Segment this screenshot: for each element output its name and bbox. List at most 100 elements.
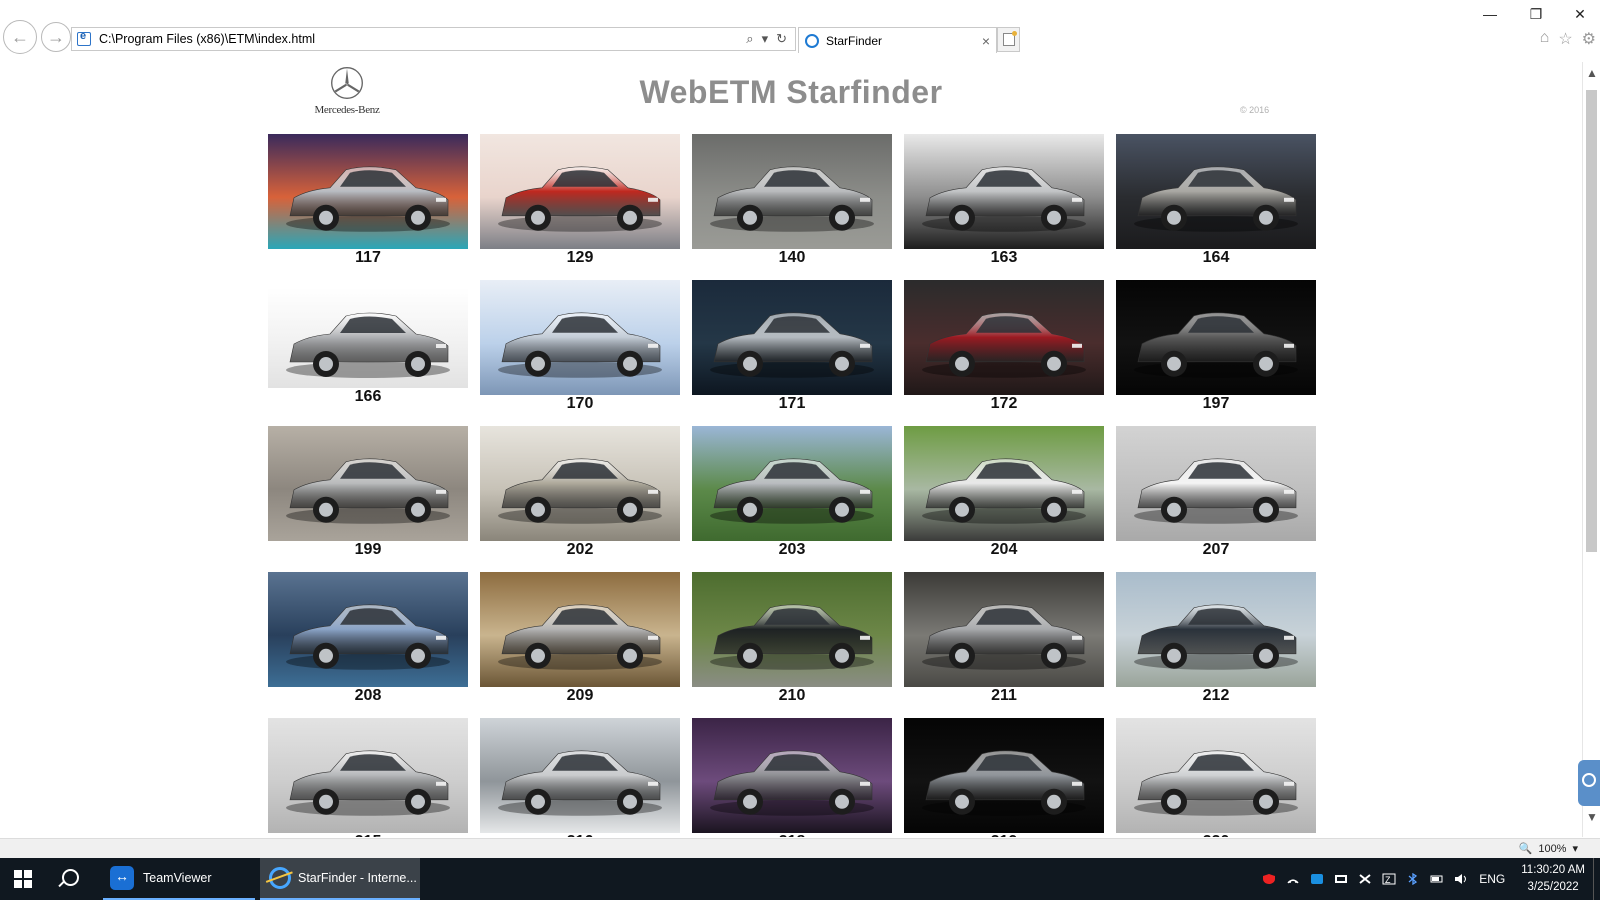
new-tab-button[interactable]: [997, 27, 1020, 52]
model-thumbnail[interactable]: [692, 718, 892, 833]
scrollbar-thumb[interactable]: [1586, 90, 1597, 552]
model-card-170[interactable]: 170: [480, 280, 680, 426]
model-number[interactable]: 219: [904, 833, 1104, 837]
model-thumbnail[interactable]: [904, 572, 1104, 687]
model-thumbnail[interactable]: [692, 134, 892, 249]
start-button[interactable]: [14, 870, 32, 888]
model-thumbnail[interactable]: [480, 280, 680, 395]
model-thumbnail[interactable]: [904, 426, 1104, 541]
model-card-209[interactable]: 209: [480, 572, 680, 718]
model-number[interactable]: 117: [268, 249, 468, 267]
model-thumbnail[interactable]: [1116, 572, 1316, 687]
model-thumbnail[interactable]: [692, 280, 892, 395]
model-number[interactable]: 129: [480, 249, 680, 267]
model-card-212[interactable]: 212: [1116, 572, 1316, 718]
model-card-208[interactable]: 208: [268, 572, 468, 718]
model-thumbnail[interactable]: [480, 134, 680, 249]
model-thumbnail[interactable]: [692, 572, 892, 687]
model-thumbnail[interactable]: [692, 426, 892, 541]
clock[interactable]: 11:30:20 AM 3/25/2022: [1521, 862, 1585, 896]
model-thumbnail[interactable]: [268, 572, 468, 687]
model-card-215[interactable]: 215: [268, 718, 468, 837]
close-window-button[interactable]: ✕: [1566, 4, 1594, 24]
model-number[interactable]: 220: [1116, 833, 1316, 837]
model-number[interactable]: 166: [268, 388, 468, 406]
model-number[interactable]: 172: [904, 395, 1104, 413]
model-number[interactable]: 216: [480, 833, 680, 837]
address-bar[interactable]: C:\Program Files (x86)\ETM\index.html ⌕ …: [71, 27, 796, 51]
model-thumbnail[interactable]: [1116, 134, 1316, 249]
model-thumbnail[interactable]: [480, 572, 680, 687]
model-number[interactable]: 215: [268, 833, 468, 837]
model-card-166[interactable]: 166: [268, 280, 468, 426]
teamviewer-side-tab[interactable]: [1578, 760, 1600, 806]
model-card-199[interactable]: 199: [268, 426, 468, 572]
model-thumbnail[interactable]: [904, 134, 1104, 249]
model-number[interactable]: 209: [480, 687, 680, 705]
taskbar-item-starfinder[interactable]: StarFinder - Interne...: [260, 858, 420, 900]
model-card-204[interactable]: 204: [904, 426, 1104, 572]
minimize-button[interactable]: —: [1476, 4, 1504, 24]
zoom-control[interactable]: 🔍 100% ▾: [1519, 842, 1578, 856]
model-number[interactable]: 164: [1116, 249, 1316, 267]
battery-icon[interactable]: [1430, 873, 1444, 885]
model-card-129[interactable]: 129: [480, 134, 680, 280]
model-card-210[interactable]: 210: [692, 572, 892, 718]
taskbar-item-teamviewer[interactable]: TeamViewer: [103, 858, 255, 900]
model-card-218[interactable]: 218: [692, 718, 892, 837]
model-thumbnail[interactable]: [268, 134, 468, 249]
search-icon[interactable]: [62, 869, 79, 886]
model-thumbnail[interactable]: [1116, 718, 1316, 833]
model-thumbnail[interactable]: [268, 288, 468, 388]
model-card-202[interactable]: 202: [480, 426, 680, 572]
chevron-down-icon[interactable]: ▾: [1572, 842, 1578, 855]
back-button[interactable]: ←: [3, 20, 37, 54]
model-number[interactable]: 218: [692, 833, 892, 837]
model-card-117[interactable]: 117: [268, 134, 468, 280]
model-thumbnail[interactable]: [904, 280, 1104, 395]
search-icon[interactable]: ⌕: [746, 31, 753, 47]
scroll-down-icon[interactable]: ▼: [1586, 810, 1598, 824]
model-number[interactable]: 197: [1116, 395, 1316, 413]
model-card-216[interactable]: 216: [480, 718, 680, 837]
bluetooth-icon[interactable]: [1406, 873, 1420, 885]
model-card-207[interactable]: 207: [1116, 426, 1316, 572]
model-card-220[interactable]: 220: [1116, 718, 1316, 837]
model-number[interactable]: 211: [904, 687, 1104, 705]
model-thumbnail[interactable]: [268, 426, 468, 541]
model-number[interactable]: 170: [480, 395, 680, 413]
model-card-164[interactable]: 164: [1116, 134, 1316, 280]
favorites-star-icon[interactable]: ☆: [1558, 29, 1572, 49]
vertical-scrollbar[interactable]: ▲ ▼: [1582, 62, 1600, 837]
model-card-219[interactable]: 219: [904, 718, 1104, 837]
model-thumbnail[interactable]: [904, 718, 1104, 833]
model-thumbnail[interactable]: [480, 718, 680, 833]
model-number[interactable]: 203: [692, 541, 892, 559]
volume-icon[interactable]: [1454, 873, 1468, 885]
model-card-140[interactable]: 140: [692, 134, 892, 280]
scroll-up-icon[interactable]: ▲: [1586, 66, 1598, 80]
show-desktop-button[interactable]: [1593, 858, 1600, 900]
model-card-211[interactable]: 211: [904, 572, 1104, 718]
model-thumbnail[interactable]: [268, 718, 468, 833]
model-number[interactable]: 212: [1116, 687, 1316, 705]
teamviewer-tray-icon[interactable]: [1310, 873, 1324, 885]
model-thumbnail[interactable]: [480, 426, 680, 541]
network-icon[interactable]: [1334, 873, 1348, 885]
address-text[interactable]: C:\Program Files (x86)\ETM\index.html: [99, 32, 746, 46]
model-number[interactable]: 208: [268, 687, 468, 705]
shield-icon[interactable]: [1262, 873, 1276, 885]
restore-button[interactable]: ❐: [1522, 4, 1550, 24]
wifi-icon[interactable]: [1286, 873, 1300, 885]
model-card-172[interactable]: 172: [904, 280, 1104, 426]
gear-icon[interactable]: ⚙: [1582, 29, 1596, 49]
model-card-197[interactable]: 197: [1116, 280, 1316, 426]
model-card-171[interactable]: 171: [692, 280, 892, 426]
close-tab-icon[interactable]: ×: [982, 33, 990, 49]
model-card-203[interactable]: 203: [692, 426, 892, 572]
forward-button[interactable]: →: [41, 22, 71, 52]
dropdown-icon[interactable]: ▾: [762, 31, 769, 47]
model-number[interactable]: 204: [904, 541, 1104, 559]
model-number[interactable]: 202: [480, 541, 680, 559]
model-number[interactable]: 140: [692, 249, 892, 267]
